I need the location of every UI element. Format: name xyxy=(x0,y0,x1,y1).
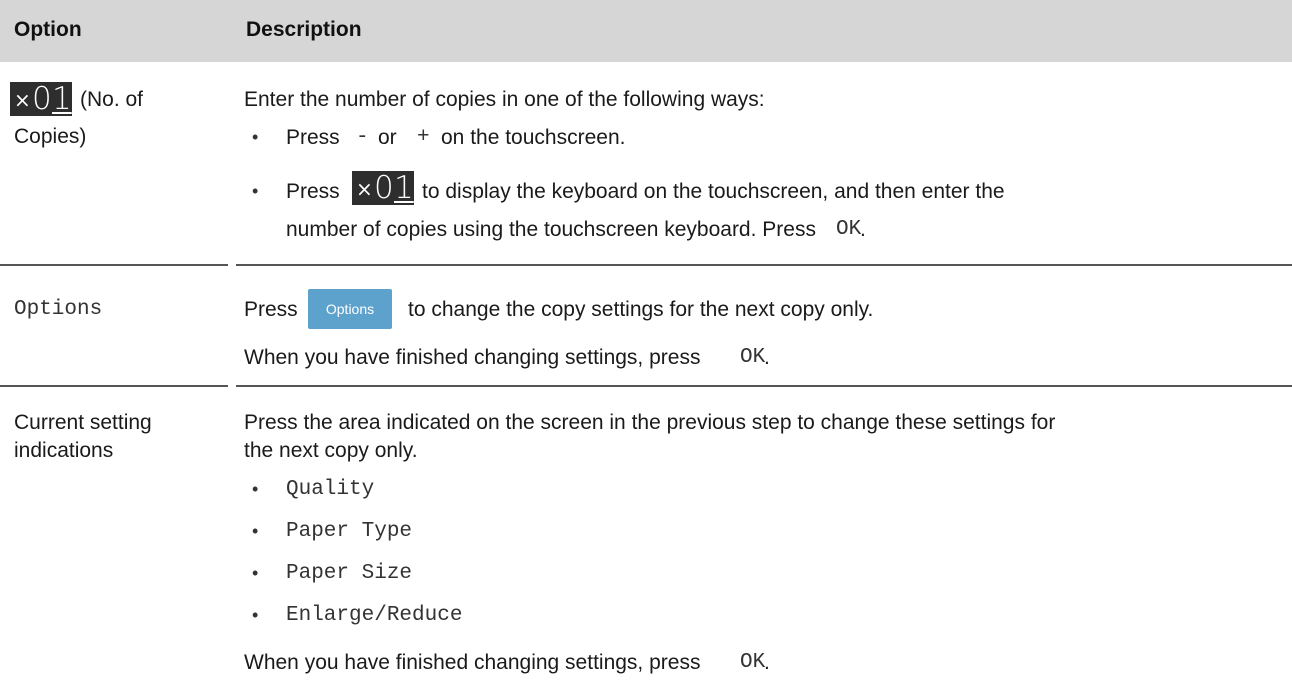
setting-item: Quality xyxy=(286,478,375,501)
copies-badge-icon: × 0 1 xyxy=(352,171,414,205)
row3-desc-line1: Press the area indicated on the screen i… xyxy=(244,411,1056,434)
bullet: • xyxy=(252,181,259,201)
row1-option-label: (No. of xyxy=(80,88,144,111)
row1-intro: Enter the number of copies in one of the… xyxy=(244,88,765,111)
row1-bullet2-post: to display the keyboard on the touchscre… xyxy=(422,180,1005,203)
bullet: • xyxy=(252,127,259,147)
row-separator xyxy=(0,385,228,387)
row3-desc-line2: the next copy only. xyxy=(244,439,418,462)
row1-bullet2-press: Press xyxy=(286,180,340,203)
row3-option-line2: indications xyxy=(14,439,114,462)
row1-bullet1-or: or xyxy=(378,126,397,149)
row2-line1-post: to change the copy settings for the next… xyxy=(408,298,874,321)
ok-key: OK xyxy=(740,346,766,369)
bullet: • xyxy=(252,563,259,583)
row-separator xyxy=(236,264,1292,266)
period: . xyxy=(764,346,770,369)
bullet: • xyxy=(252,521,259,541)
row3-final: When you have finished changing settings… xyxy=(244,651,701,674)
table-header: Option Description xyxy=(0,0,1292,62)
row2-press: Press xyxy=(244,298,298,321)
header-option: Option xyxy=(14,18,82,41)
row3-option-line1: Current setting xyxy=(14,411,152,434)
row2-option: Options xyxy=(14,298,103,321)
row2-line2: When you have finished changing settings… xyxy=(244,346,701,369)
setting-item: Paper Type xyxy=(286,520,413,543)
options-button[interactable]: Options xyxy=(308,289,392,329)
period: . xyxy=(764,651,770,674)
row1-option-label-2: Copies) xyxy=(14,125,87,148)
bullet: • xyxy=(252,479,259,499)
options-table: Option Description × 0 1 (No. of Copies)… xyxy=(0,0,1292,698)
minus-key: - xyxy=(356,126,369,149)
setting-item: Paper Size xyxy=(286,562,413,585)
row1-bullet1-press: Press xyxy=(286,126,340,149)
header-description: Description xyxy=(246,18,362,41)
row1-bullet1-post: on the touchscreen. xyxy=(441,126,626,149)
copies-badge-icon: × 0 1 xyxy=(10,82,72,116)
row1-bullet2-line2: number of copies using the touchscreen k… xyxy=(286,218,816,241)
setting-item: Enlarge/Reduce xyxy=(286,604,463,627)
row-separator xyxy=(236,385,1292,387)
period: . xyxy=(860,218,866,241)
ok-key: OK xyxy=(836,218,862,241)
plus-key: + xyxy=(417,126,430,149)
bullet: • xyxy=(252,605,259,625)
ok-key: OK xyxy=(740,651,766,674)
row-separator xyxy=(0,264,228,266)
